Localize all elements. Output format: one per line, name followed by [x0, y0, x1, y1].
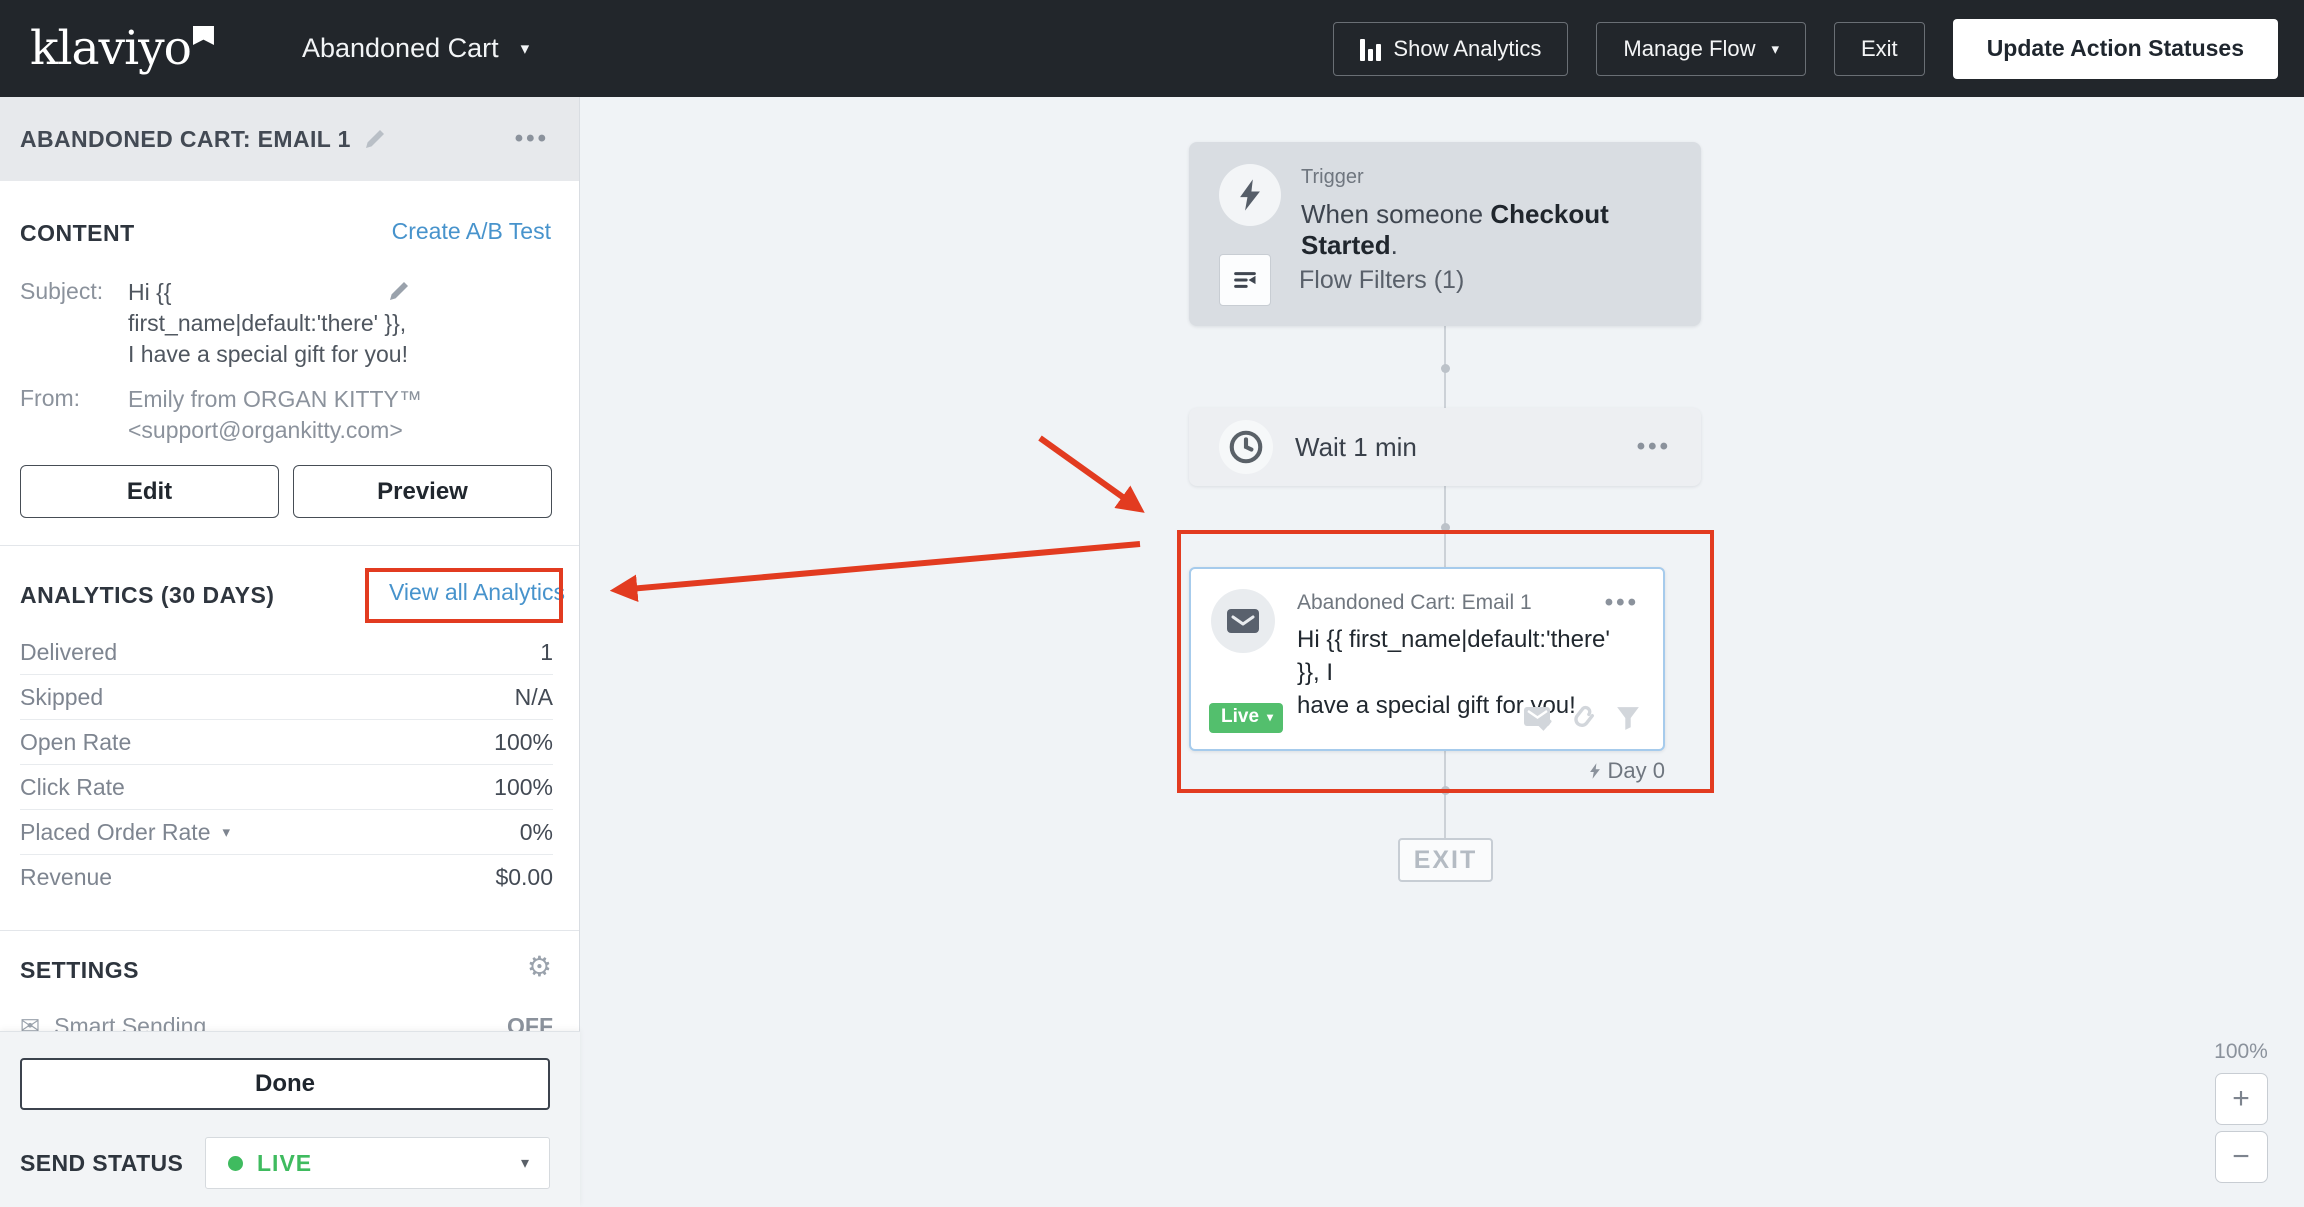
section-divider	[0, 545, 579, 546]
preview-button[interactable]: Preview	[293, 465, 552, 518]
settings-heading: SETTINGS	[20, 957, 139, 984]
lightning-bolt-icon	[1219, 164, 1281, 226]
exit-button[interactable]: Exit	[1834, 22, 1925, 76]
flow-filters-icon	[1219, 254, 1271, 306]
flow-title: Abandoned Cart	[302, 33, 499, 64]
sidebar-footer: Done SEND STATUS LIVE ▾	[0, 1031, 580, 1207]
connector-node-dot[interactable]	[1441, 364, 1450, 373]
send-status-value: LIVE	[257, 1150, 312, 1177]
exit-node[interactable]: EXIT	[1398, 838, 1493, 882]
connector-node-dot[interactable]	[1441, 786, 1450, 795]
flow-title-dropdown[interactable]: Abandoned Cart ▾	[302, 33, 529, 64]
send-status-label: SEND STATUS	[20, 1150, 183, 1177]
email-sent-check-icon	[1523, 705, 1553, 731]
klaviyo-logo-text: klaviyo	[30, 25, 191, 72]
email-details-sidebar: ABANDONED CART: EMAIL 1 ••• CONTENT Crea…	[0, 97, 580, 1207]
zoom-out-button[interactable]: −	[2215, 1131, 2268, 1183]
analytics-row-click-rate: Click Rate 100%	[20, 765, 553, 810]
analytics-row-placed-order-rate: Placed Order Rate ▾ 0%	[20, 810, 553, 855]
chevron-down-icon: ▾	[521, 1153, 529, 1173]
show-analytics-button[interactable]: Show Analytics	[1333, 22, 1568, 76]
flow-filters-label: Flow Filters (1)	[1299, 266, 1464, 295]
top-bar: klaviyo Abandoned Cart ▾ Show Analytics …	[0, 0, 2304, 97]
email-more-options-icon[interactable]: •••	[1605, 589, 1639, 617]
section-divider	[0, 930, 579, 931]
gear-icon[interactable]: ⚙	[527, 950, 552, 983]
edit-subject-pencil-icon[interactable]	[387, 279, 411, 303]
klaviyo-flag-icon	[193, 26, 214, 45]
wait-more-options-icon[interactable]: •••	[1637, 433, 1671, 461]
email-name-title: ABANDONED CART: EMAIL 1	[20, 126, 351, 153]
sidebar-header: ABANDONED CART: EMAIL 1 •••	[0, 97, 579, 181]
view-all-analytics-link[interactable]: View all Analytics	[389, 579, 565, 606]
from-value: Emily from ORGAN KITTY™ <support@organki…	[128, 384, 422, 446]
trigger-kicker: Trigger	[1301, 166, 1671, 189]
analytics-table: Delivered 1 Skipped N/A Open Rate 100% C…	[20, 630, 553, 900]
day-timing-label: Day 0	[1444, 758, 1665, 784]
live-status-badge[interactable]: Live ▾	[1209, 703, 1283, 733]
subject-label: Subject:	[20, 278, 103, 305]
analytics-row-skipped: Skipped N/A	[20, 675, 553, 720]
topbar-actions: Show Analytics Manage Flow ▾ Exit Update…	[1333, 0, 2278, 97]
klaviyo-logo[interactable]: klaviyo	[30, 25, 214, 72]
email-action-card[interactable]: Abandoned Cart: Email 1 ••• Hi {{ first_…	[1189, 567, 1665, 751]
email-envelope-icon	[1211, 589, 1275, 653]
create-ab-test-link[interactable]: Create A/B Test	[392, 218, 551, 245]
email-card-title: Abandoned Cart: Email 1	[1297, 591, 1532, 615]
analytics-row-open-rate: Open Rate 100%	[20, 720, 553, 765]
analytics-heading: ANALYTICS (30 DAYS)	[20, 582, 274, 609]
wait-label: Wait 1 min	[1295, 432, 1417, 463]
chevron-down-icon: ▾	[222, 823, 230, 841]
show-analytics-label: Show Analytics	[1393, 36, 1541, 62]
edit-button[interactable]: Edit	[20, 465, 279, 518]
edit-name-pencil-icon[interactable]	[363, 127, 387, 151]
flow-filters-row[interactable]: Flow Filters (1)	[1219, 254, 1464, 306]
header-more-options-icon[interactable]: •••	[515, 125, 549, 153]
live-status-dot	[228, 1156, 243, 1171]
analytics-row-delivered: Delivered 1	[20, 630, 553, 675]
done-button[interactable]: Done	[20, 1058, 550, 1110]
trigger-card[interactable]: Trigger When someone Checkout Started. F…	[1189, 142, 1701, 326]
zoom-controls: 100% + −	[2206, 1040, 2276, 1189]
chevron-down-icon: ▾	[1267, 710, 1273, 724]
zoom-in-button[interactable]: +	[2215, 1073, 2268, 1125]
trigger-description: When someone Checkout Started.	[1301, 199, 1671, 261]
bar-chart-icon	[1360, 37, 1381, 61]
subject-value: Hi {{ first_name|default:'there' }}, I h…	[128, 277, 408, 370]
wait-card[interactable]: Wait 1 min •••	[1189, 408, 1701, 486]
filter-funnel-icon	[1615, 705, 1641, 731]
chevron-down-icon: ▾	[1771, 40, 1779, 58]
content-heading: CONTENT	[20, 220, 135, 247]
send-status-select[interactable]: LIVE ▾	[205, 1137, 550, 1189]
connector-node-dot[interactable]	[1441, 523, 1450, 532]
manage-flow-button[interactable]: Manage Flow ▾	[1596, 22, 1806, 76]
chevron-down-icon: ▾	[521, 39, 530, 59]
analytics-row-revenue: Revenue $0.00	[20, 855, 553, 900]
zoom-level: 100%	[2206, 1040, 2276, 1064]
clock-icon	[1219, 420, 1273, 474]
paperclip-icon	[1571, 704, 1597, 732]
from-label: From:	[20, 385, 80, 412]
manage-flow-label: Manage Flow	[1623, 36, 1755, 62]
update-action-statuses-button[interactable]: Update Action Statuses	[1953, 19, 2278, 79]
lightning-bolt-icon	[1588, 762, 1602, 780]
exit-label: Exit	[1861, 36, 1898, 62]
